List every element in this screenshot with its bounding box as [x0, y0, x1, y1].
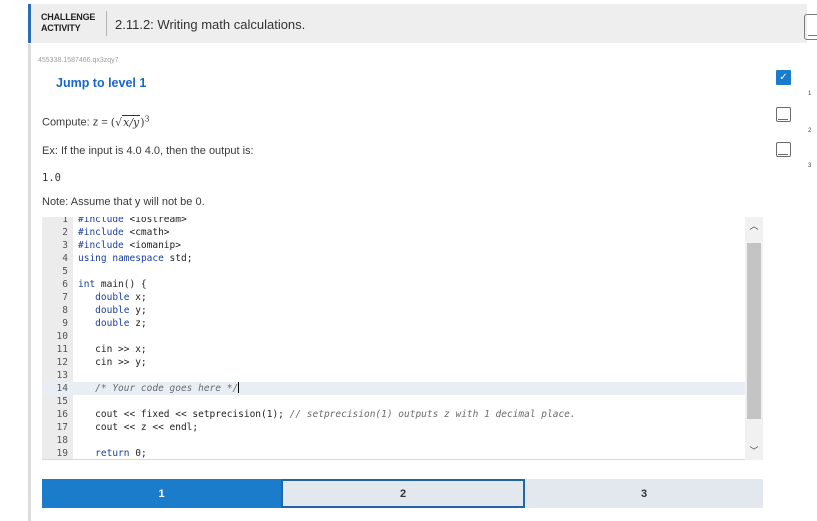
activity-header: CHALLENGE ACTIVITY 2.11.2: Writing math …: [28, 4, 817, 43]
line-number: 16: [56, 409, 68, 420]
code-text[interactable]: double x;: [78, 291, 147, 304]
compute-label: Compute: z =: [42, 116, 108, 129]
code-editor[interactable]: 1 #include <iostream> 2 #include <cmath> 3 #i…: [42, 217, 763, 460]
example-text: Ex: If the input is 4.0 4.0, then the ou…: [42, 145, 254, 157]
chevron-up-icon[interactable]: ︿: [749, 221, 759, 231]
code-text[interactable]: /* Your code goes here */: [78, 382, 240, 395]
line-number: 2: [62, 227, 68, 238]
line-number: 13: [56, 370, 68, 381]
line-number: 7: [62, 292, 68, 303]
code-line[interactable]: 18: [42, 434, 745, 447]
line-number: 14: [56, 383, 68, 394]
level-2-button[interactable]: 2: [281, 479, 525, 508]
code-text[interactable]: #include <iostream>: [78, 217, 187, 226]
code-text[interactable]: cout << z << endl;: [78, 421, 198, 434]
code-line[interactable]: 4 using namespace std;: [42, 252, 745, 265]
level-label: 1: [158, 487, 165, 500]
code-line[interactable]: 16 cout << fixed << setprecision(1); // …: [42, 408, 745, 421]
code-line[interactable]: 6 int main() {: [42, 278, 745, 291]
compute-prompt: Compute: z = (√x/y)3: [42, 114, 150, 129]
line-number: 6: [62, 279, 68, 290]
code-text[interactable]: cin >> x;: [78, 343, 146, 356]
text-cursor: [238, 382, 240, 393]
code-line[interactable]: 13: [42, 369, 745, 382]
level-3-button[interactable]: 3: [525, 479, 763, 508]
code-text[interactable]: int main() {: [78, 278, 147, 291]
code-line[interactable]: 7 double x;: [42, 291, 745, 304]
line-number: 17: [56, 422, 68, 433]
side-level-num: 3: [808, 163, 812, 169]
code-line[interactable]: 9 double z;: [42, 317, 745, 330]
code-text[interactable]: return 0;: [78, 447, 147, 459]
editor-scrollbar[interactable]: ︿ ﹀: [745, 217, 763, 460]
code-line[interactable]: 14 /* Your code goes here */: [42, 382, 745, 395]
code-text[interactable]: #include <cmath>: [78, 226, 170, 239]
level-1-button[interactable]: 1: [42, 479, 281, 508]
line-number: 9: [62, 318, 68, 329]
level-label: 3: [640, 487, 648, 500]
code-text[interactable]: #include <iomanip>: [78, 239, 181, 252]
level-2-status-box[interactable]: [776, 107, 791, 122]
activity-title: 2.11.2: Writing math calculations.: [115, 17, 306, 32]
level-1-complete-check-icon[interactable]: ✓: [776, 70, 791, 85]
activity-type-label: CHALLENGE ACTIVITY: [41, 12, 96, 33]
bookmark-icon[interactable]: [804, 14, 817, 40]
line-number: 1: [62, 217, 68, 225]
code-line[interactable]: 1 #include <iostream>: [42, 217, 745, 226]
code-text[interactable]: cout << fixed << setprecision(1); // set…: [78, 408, 575, 421]
formula: (√x/y)3: [110, 114, 150, 129]
code-line[interactable]: 2 #include <cmath>: [42, 226, 745, 239]
code-line[interactable]: 19 return 0;: [42, 447, 745, 459]
code-line[interactable]: 8 double y;: [42, 304, 745, 317]
side-level-num: 2: [808, 128, 812, 134]
line-number: 8: [62, 305, 68, 316]
code-text[interactable]: double y;: [78, 304, 147, 317]
line-number: 15: [56, 396, 68, 407]
side-level-num: 1: [808, 91, 812, 97]
line-number: 11: [56, 344, 68, 355]
line-number: 5: [62, 266, 68, 277]
code-line[interactable]: 5: [42, 265, 745, 278]
code-text[interactable]: double z;: [78, 317, 147, 330]
jump-to-level-link[interactable]: Jump to level 1: [56, 76, 146, 90]
code-line[interactable]: 11 cin >> x;: [42, 343, 745, 356]
code-line[interactable]: 3 #include <iomanip>: [42, 239, 745, 252]
chevron-down-icon[interactable]: ﹀: [749, 446, 759, 456]
level-label: 2: [399, 487, 407, 500]
scrollbar-thumb[interactable]: [747, 243, 761, 419]
example-output: 1.0: [42, 172, 61, 184]
code-line[interactable]: 12 cin >> y;: [42, 356, 745, 369]
code-line[interactable]: 17 cout << z << endl;: [42, 421, 745, 434]
level-3-status-box[interactable]: [776, 142, 791, 157]
code-text[interactable]: cin >> y;: [78, 356, 146, 369]
line-number: 3: [62, 240, 68, 251]
line-number: 19: [56, 448, 68, 459]
code-line[interactable]: 15: [42, 395, 745, 408]
line-number: 18: [56, 435, 68, 446]
line-number: 12: [56, 357, 68, 368]
code-line[interactable]: 10: [42, 330, 745, 343]
line-number: 10: [56, 331, 68, 342]
activity-id: 455338.1587466.qx3zqy7: [38, 57, 119, 64]
code-text[interactable]: using namespace std;: [78, 252, 192, 265]
header-divider: [106, 11, 107, 36]
line-number: 4: [62, 253, 68, 264]
note-text: Note: Assume that y will not be 0.: [42, 196, 205, 208]
